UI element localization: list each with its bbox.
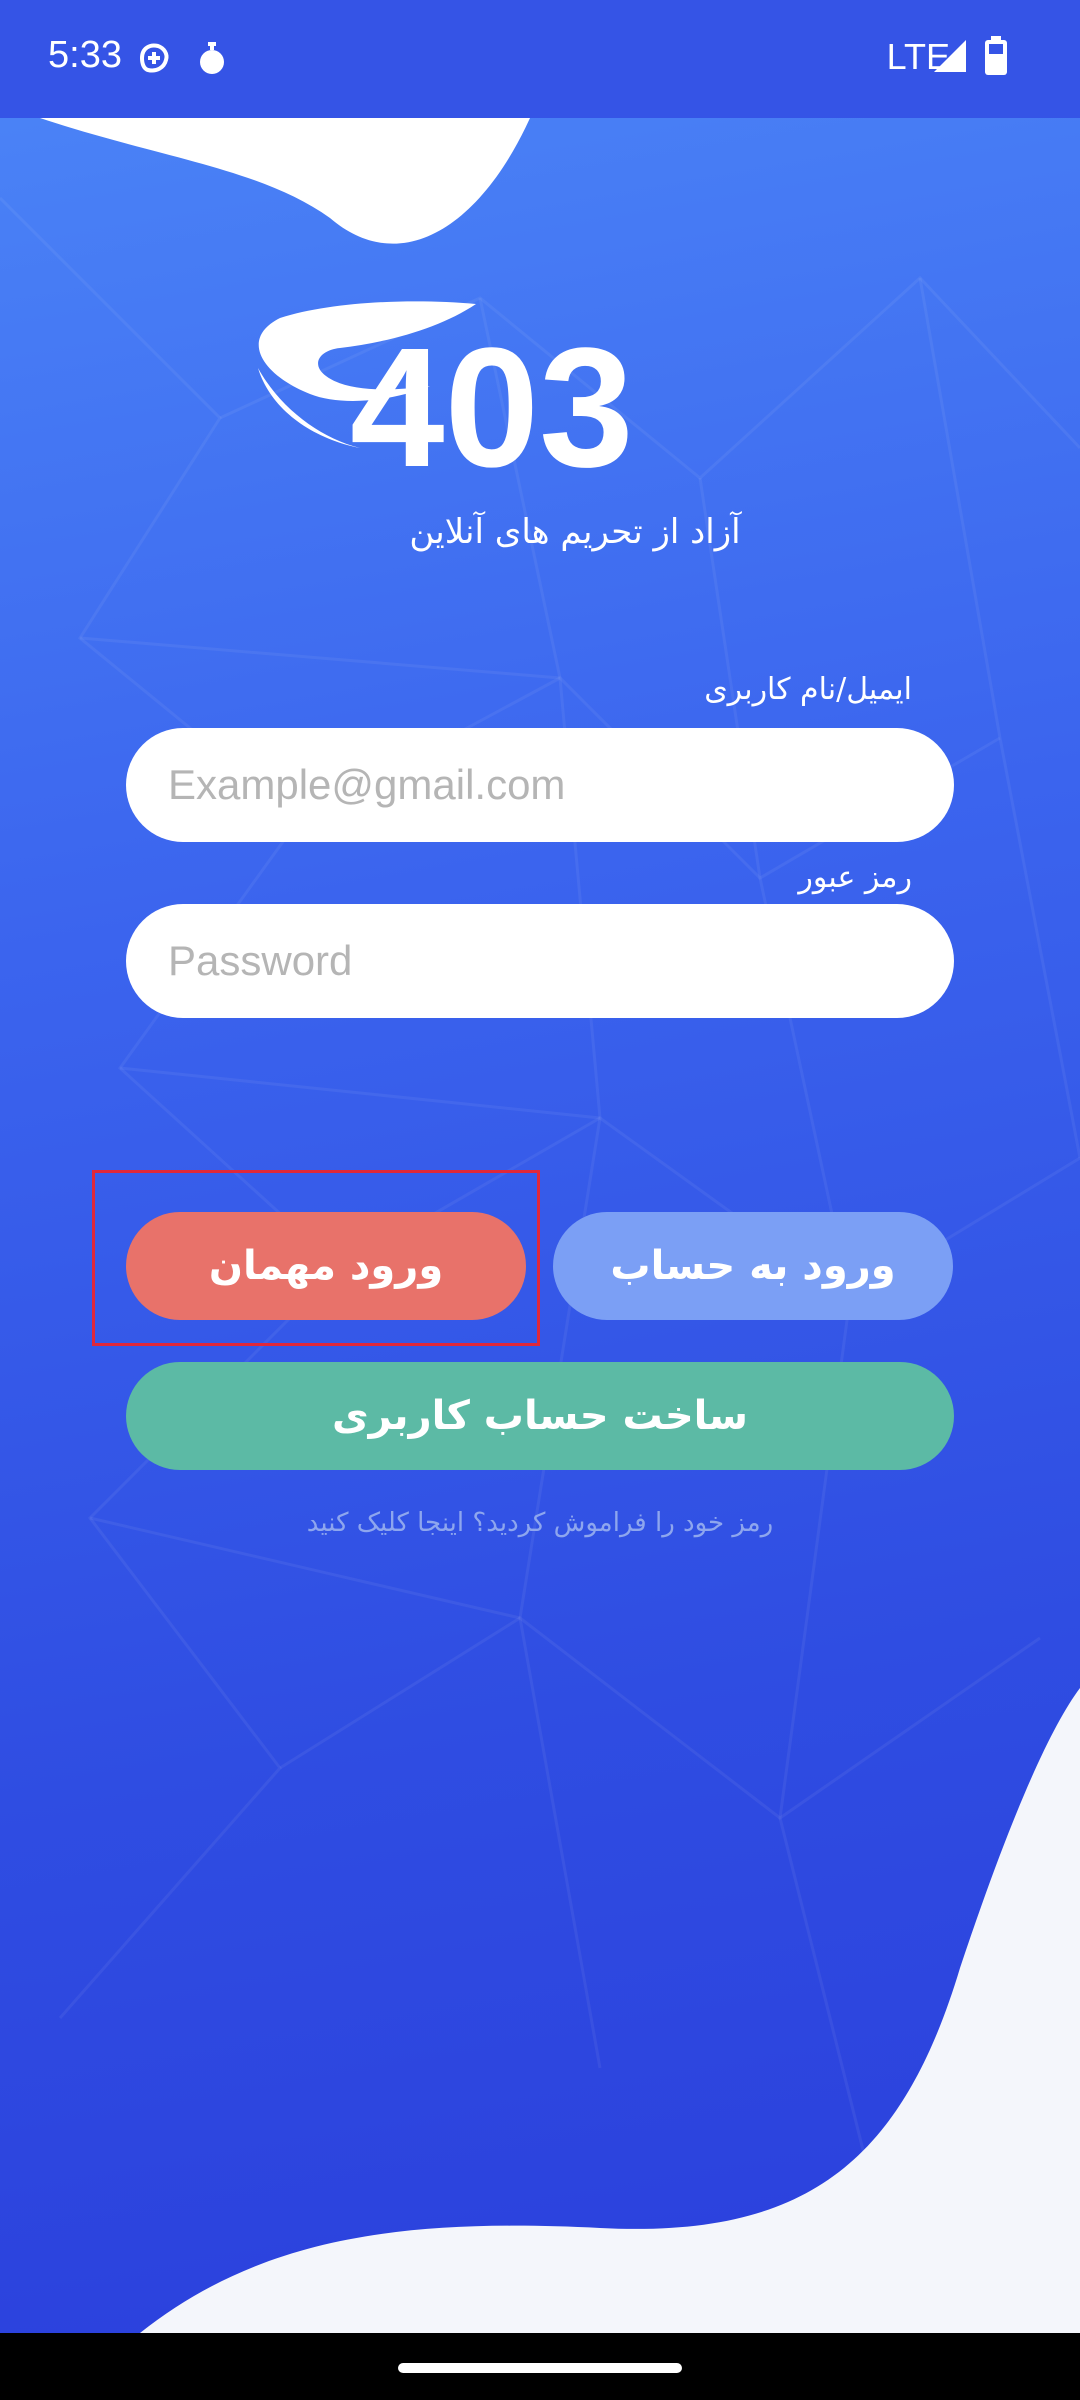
home-gesture-handle[interactable]	[398, 2363, 682, 2373]
navigation-bar	[0, 2333, 1080, 2400]
forgot-password-link[interactable]: رمز خود را فراموش کردید؟ اینجا کلیک کنید	[0, 1508, 1080, 1538]
logo-number: 403	[350, 313, 634, 488]
app-logo: 403	[240, 298, 840, 503]
status-time: 5:33	[48, 34, 122, 76]
login-screen: 403 آزاد از تحریم های آنلاین ایمیل/نام ک…	[0, 118, 1080, 2333]
guest-login-button[interactable]: ورود مهمان	[126, 1212, 526, 1320]
status-bar: 5:33 LTE	[0, 0, 1080, 118]
battery-icon	[984, 36, 1008, 80]
tagline: آزاد از تحریم های آنلاین	[409, 512, 741, 552]
create-account-button[interactable]: ساخت حساب کاربری	[126, 1362, 954, 1470]
app-notification-icon	[134, 38, 174, 82]
password-field[interactable]	[126, 904, 954, 1018]
email-field[interactable]	[126, 728, 954, 842]
account-login-button[interactable]: ورود به حساب	[553, 1212, 953, 1320]
password-label: رمز عبور	[798, 860, 912, 895]
email-label: ایمیل/نام کاربری	[704, 672, 912, 707]
signal-icon	[932, 38, 968, 78]
notification-drop-icon	[194, 38, 230, 82]
